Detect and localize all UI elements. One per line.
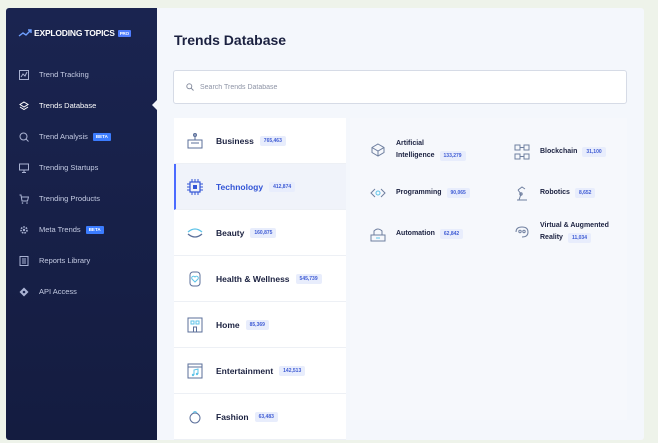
category-count: 412,874: [269, 181, 296, 192]
category-fashion[interactable]: Fashion 63,483: [174, 394, 346, 440]
subcategory-count: 90,065: [446, 188, 470, 198]
monitor-icon: [19, 163, 29, 173]
sidebar-item-api-access[interactable]: API Access: [6, 276, 157, 307]
entertainment-icon: [186, 362, 204, 380]
subcategory-count: 31,100: [582, 147, 606, 157]
subcategory-label: Artificial Intelligence 133,279: [396, 138, 466, 162]
category-business[interactable]: Business 765,463: [174, 118, 346, 164]
automation-icon: [370, 226, 386, 242]
category-home[interactable]: Home 85,369: [174, 302, 346, 348]
subcategory-label: Blockchain: [540, 148, 578, 155]
sidebar-item-trend-analysis[interactable]: Trend Analysis BETA: [6, 121, 157, 152]
search-icon: [186, 83, 194, 91]
sidebar-item-label: Meta Trends: [39, 225, 81, 234]
api-icon: [19, 287, 29, 297]
analysis-icon: [19, 132, 29, 142]
sidebar-nav: Trend Tracking Trends Database Trend Ana…: [6, 59, 158, 307]
sidebar: EXPLODING TOPICS PRO Trend Tracking Tren…: [6, 8, 158, 440]
subcategory-label: Automation: [396, 230, 435, 237]
category-label: Beauty: [216, 227, 245, 238]
sidebar-item-label: API Access: [39, 287, 77, 296]
search-input[interactable]: [200, 83, 600, 91]
subcategory-automation[interactable]: Automation 62,842: [370, 226, 500, 242]
trend-arrow-icon: [18, 29, 32, 37]
subcategory-label-line2: Reality: [540, 234, 563, 241]
sidebar-item-trends-database[interactable]: Trends Database: [6, 90, 158, 121]
category-list: Business 765,463 Technology 412,874 Beau…: [174, 118, 346, 440]
category-count: 765,463: [259, 135, 286, 146]
sidebar-item-label: Trend Tracking: [39, 70, 89, 79]
health-icon: [186, 270, 204, 288]
sidebar-item-label: Trending Products: [39, 194, 101, 203]
category-label: Business: [216, 135, 254, 146]
code-icon: [370, 185, 386, 201]
subcategory-virtual-augmented-reality[interactable]: Virtual & Augmented Reality 11,034: [514, 220, 624, 244]
brand-logo[interactable]: EXPLODING TOPICS PRO: [18, 28, 131, 38]
home-icon: [186, 316, 204, 334]
page-title: Trends Database: [174, 32, 287, 48]
subcategory-label: Virtual & Augmented Reality 11,034: [540, 220, 609, 244]
category-beauty[interactable]: Beauty 160,875: [174, 210, 346, 256]
gear-icon: [19, 225, 29, 235]
subcategory-label-line1: Virtual & Augmented: [540, 222, 609, 229]
cart-icon: [19, 194, 29, 204]
sidebar-item-label: Trends Database: [39, 101, 97, 110]
sidebar-item-trend-tracking[interactable]: Trend Tracking: [6, 59, 157, 90]
category-label: Entertainment: [216, 365, 274, 376]
subcategory-label: Programming: [396, 189, 442, 196]
category-health-wellness[interactable]: Health & Wellness 545,739: [174, 256, 346, 302]
category-entertainment[interactable]: Entertainment 142,513: [174, 348, 346, 394]
subcategory-count: 11,034: [567, 233, 591, 243]
sidebar-item-meta-trends[interactable]: Meta Trends BETA: [6, 214, 157, 245]
subcategory-label: Robotics: [540, 189, 570, 196]
chip-icon: [186, 178, 204, 196]
subcategory-programming[interactable]: Programming 90,065: [370, 185, 500, 201]
vr-icon: [514, 224, 530, 240]
robot-icon: [514, 185, 530, 201]
category-count: 85,369: [245, 319, 269, 330]
business-icon: [186, 132, 204, 150]
subcategory-artificial-intelligence[interactable]: Artificial Intelligence 133,279: [370, 138, 500, 162]
subcategory-count: 8,652: [574, 188, 596, 198]
category-count: 160,875: [250, 227, 277, 238]
category-count: 142,513: [279, 365, 306, 376]
beta-badge: BETA: [85, 225, 104, 234]
fashion-icon: [186, 408, 204, 426]
brand-name: EXPLODING TOPICS: [34, 28, 115, 38]
subcategory-count: 62,842: [439, 229, 464, 239]
subcategory-robotics[interactable]: Robotics 8,652: [514, 185, 644, 201]
active-indicator: [152, 99, 158, 111]
sidebar-item-reports-library[interactable]: Reports Library: [6, 245, 157, 276]
sidebar-item-trending-products[interactable]: Trending Products: [6, 183, 157, 214]
category-technology[interactable]: Technology 412,874: [174, 164, 346, 210]
category-label: Home: [216, 319, 240, 330]
beauty-icon: [186, 224, 204, 242]
subcategory-panel: Artificial Intelligence 133,279 Blockchai…: [350, 118, 627, 420]
book-icon: [19, 255, 29, 266]
category-label: Health & Wellness: [216, 273, 290, 284]
sidebar-item-label: Trend Analysis: [39, 132, 88, 141]
beta-badge: BETA: [92, 132, 111, 141]
sidebar-item-trending-startups[interactable]: Trending Startups: [6, 152, 157, 183]
layers-icon: [19, 100, 29, 111]
search-bar[interactable]: [173, 70, 627, 104]
subcategory-blockchain[interactable]: Blockchain 31,100: [514, 144, 644, 160]
subcategory-count: 133,279: [439, 151, 466, 161]
sidebar-item-label: Trending Startups: [39, 163, 99, 172]
category-count: 63,483: [254, 411, 278, 422]
category-label: Technology: [216, 181, 264, 192]
chart-icon: [19, 69, 29, 80]
category-count: 545,739: [295, 273, 322, 284]
subcategory-label-line1: Artificial: [396, 140, 425, 147]
category-label: Fashion: [216, 411, 249, 422]
subcategory-label-line2: Intelligence: [396, 152, 435, 159]
blockchain-icon: [514, 144, 530, 160]
ai-icon: [370, 142, 386, 158]
pro-badge: PRO: [117, 29, 131, 37]
sidebar-item-label: Reports Library: [39, 256, 91, 265]
app-window: EXPLODING TOPICS PRO Trend Tracking Tren…: [6, 8, 644, 440]
